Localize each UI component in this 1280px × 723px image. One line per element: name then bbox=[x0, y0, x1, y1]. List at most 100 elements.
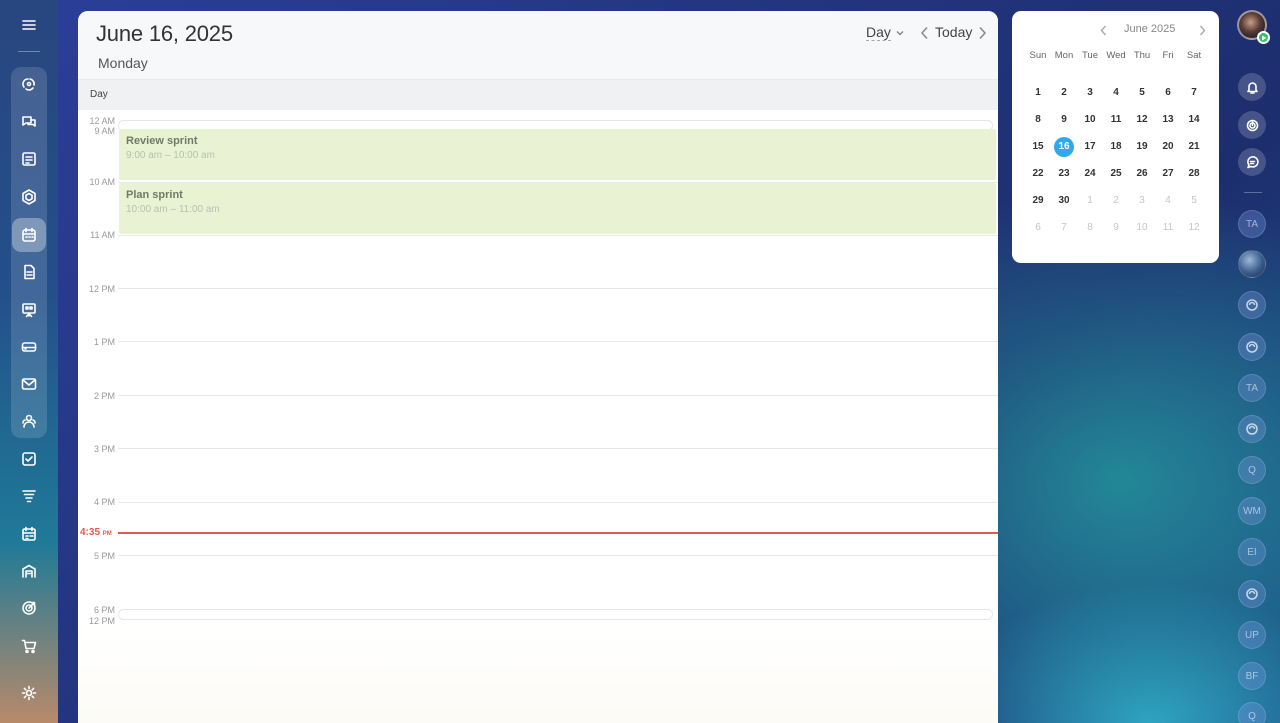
next-day-button[interactable] bbox=[976, 26, 988, 40]
mini-calendar-day[interactable]: 24 bbox=[1077, 160, 1103, 187]
mini-calendar-day[interactable]: 3 bbox=[1129, 187, 1155, 214]
mini-calendar-day[interactable]: 12 bbox=[1181, 214, 1207, 241]
mini-calendar-day[interactable]: 5 bbox=[1129, 79, 1155, 106]
mini-calendar-day[interactable]: 9 bbox=[1051, 106, 1077, 133]
sidebar-item-boards[interactable] bbox=[12, 293, 46, 327]
previous-day-button[interactable] bbox=[918, 26, 930, 40]
mini-calendar-day-selected[interactable]: 16 bbox=[1051, 133, 1077, 160]
weekday-label: Sun bbox=[1029, 50, 1047, 61]
mini-calendar-day[interactable]: 30 bbox=[1051, 187, 1077, 214]
checkbox-icon bbox=[22, 452, 36, 466]
notifications-button[interactable] bbox=[1238, 73, 1266, 101]
previous-month-button[interactable] bbox=[1098, 23, 1108, 37]
event-plan-sprint[interactable]: Plan sprint 10:00 am – 11:00 am bbox=[119, 183, 996, 234]
sidebar-item-drive[interactable] bbox=[12, 330, 46, 364]
avatar-initials: UP bbox=[1245, 629, 1259, 641]
day-grid[interactable]: 12 AM 9 AM 10 AM 11 AM 12 PM 1 PM 2 PM 3… bbox=[78, 110, 998, 723]
chat-avatar[interactable] bbox=[1238, 291, 1266, 319]
mini-calendar-day[interactable]: 10 bbox=[1129, 214, 1155, 241]
mini-calendar-day[interactable]: 6 bbox=[1155, 79, 1181, 106]
day-number: 1 bbox=[1035, 87, 1041, 98]
menu-button[interactable] bbox=[12, 8, 46, 42]
mini-calendar-day[interactable]: 9 bbox=[1103, 214, 1129, 241]
avatar-initials: BF bbox=[1245, 670, 1259, 682]
mini-calendar-day[interactable]: 19 bbox=[1129, 133, 1155, 160]
mini-calendar-day[interactable]: 4 bbox=[1103, 79, 1129, 106]
group-chat-icon bbox=[1246, 341, 1258, 353]
sidebar-item-crm[interactable] bbox=[12, 479, 46, 513]
mini-calendar-day[interactable]: 11 bbox=[1155, 214, 1181, 241]
mini-calendar-day[interactable]: 8 bbox=[1025, 106, 1051, 133]
settings-button[interactable] bbox=[12, 676, 46, 710]
avatar-initials: EI bbox=[1247, 546, 1257, 558]
day-number: 12 bbox=[1136, 114, 1148, 125]
chat-avatar[interactable]: TA bbox=[1238, 374, 1266, 402]
chat-avatar[interactable]: BF bbox=[1238, 662, 1266, 690]
mini-calendar-day[interactable]: 21 bbox=[1181, 133, 1207, 160]
mini-calendar-day[interactable]: 7 bbox=[1051, 214, 1077, 241]
mini-calendar-day[interactable]: 8 bbox=[1077, 214, 1103, 241]
sidebar-item-workgroups[interactable] bbox=[12, 180, 46, 214]
sidebar-item-mail[interactable] bbox=[12, 367, 46, 401]
mini-calendar-day[interactable]: 13 bbox=[1155, 106, 1181, 133]
mini-calendar-day[interactable]: 18 bbox=[1103, 133, 1129, 160]
day-header-bar: Day bbox=[78, 80, 998, 110]
messenger-button[interactable] bbox=[1238, 148, 1266, 176]
chat-avatar[interactable]: EI bbox=[1238, 538, 1266, 566]
sidebar-item-documents[interactable] bbox=[12, 255, 46, 289]
hamburger-icon bbox=[22, 20, 36, 30]
mini-calendar-day[interactable]: 7 bbox=[1181, 79, 1207, 106]
mini-calendar-day[interactable]: 15 bbox=[1025, 133, 1051, 160]
mini-calendar-day[interactable]: 14 bbox=[1181, 106, 1207, 133]
mini-calendar-day[interactable]: 5 bbox=[1181, 187, 1207, 214]
sidebar-item-booking[interactable] bbox=[12, 517, 46, 551]
mini-calendar-day[interactable]: 4 bbox=[1155, 187, 1181, 214]
mini-calendar-day[interactable]: 10 bbox=[1077, 106, 1103, 133]
mini-calendar-day[interactable]: 12 bbox=[1129, 106, 1155, 133]
sidebar-item-inventory[interactable] bbox=[12, 554, 46, 588]
hexagon-icon bbox=[22, 189, 36, 205]
view-mode-select[interactable]: Day bbox=[866, 24, 905, 41]
chat-avatar[interactable] bbox=[1238, 333, 1266, 361]
sidebar-item-feed[interactable] bbox=[12, 67, 46, 101]
sidebar-item-tasks[interactable] bbox=[12, 442, 46, 476]
mini-calendar-day[interactable]: 2 bbox=[1103, 187, 1129, 214]
mini-calendar-day[interactable]: 20 bbox=[1155, 133, 1181, 160]
chat-avatar[interactable]: Q bbox=[1238, 702, 1266, 723]
mini-calendar-day[interactable]: 1 bbox=[1077, 187, 1103, 214]
sidebar-item-employees[interactable] bbox=[12, 404, 46, 438]
chat-avatar[interactable] bbox=[1238, 415, 1266, 443]
mini-calendar-day[interactable]: 2 bbox=[1051, 79, 1077, 106]
mini-calendar-day[interactable]: 11 bbox=[1103, 106, 1129, 133]
event-review-sprint[interactable]: Review sprint 9:00 am – 10:00 am bbox=[119, 129, 996, 180]
mini-calendar-day[interactable]: 22 bbox=[1025, 160, 1051, 187]
day-number: 27 bbox=[1162, 168, 1174, 179]
mini-calendar-day[interactable]: 6 bbox=[1025, 214, 1051, 241]
sidebar-item-goals[interactable] bbox=[12, 591, 46, 625]
copilot-button[interactable] bbox=[1238, 111, 1266, 139]
sidebar-item-news[interactable] bbox=[12, 142, 46, 176]
mini-calendar-day[interactable]: 17 bbox=[1077, 133, 1103, 160]
grid-background bbox=[78, 631, 998, 723]
mini-calendar-day[interactable]: 29 bbox=[1025, 187, 1051, 214]
sidebar-item-calendar[interactable] bbox=[12, 218, 46, 252]
mini-calendar-day[interactable]: 28 bbox=[1181, 160, 1207, 187]
collapsed-hours-bottom[interactable] bbox=[118, 609, 993, 620]
chat-avatar[interactable] bbox=[1238, 250, 1266, 278]
next-month-button[interactable] bbox=[1197, 23, 1207, 37]
today-button[interactable]: Today bbox=[935, 24, 972, 40]
chat-avatar[interactable]: Q bbox=[1238, 456, 1266, 484]
mini-calendar-day[interactable]: 25 bbox=[1103, 160, 1129, 187]
mini-calendar-day[interactable]: 23 bbox=[1051, 160, 1077, 187]
mini-calendar-day[interactable]: 1 bbox=[1025, 79, 1051, 106]
mini-calendar-day[interactable]: 26 bbox=[1129, 160, 1155, 187]
chat-avatar[interactable]: TA bbox=[1238, 210, 1266, 238]
chat-avatar[interactable]: WM bbox=[1238, 497, 1266, 525]
chat-avatar[interactable] bbox=[1238, 580, 1266, 608]
sidebar-item-chat[interactable] bbox=[12, 105, 46, 139]
mini-calendar-day[interactable]: 27 bbox=[1155, 160, 1181, 187]
sidebar-item-shop[interactable] bbox=[12, 629, 46, 663]
mini-calendar-day[interactable]: 3 bbox=[1077, 79, 1103, 106]
hour-line bbox=[118, 395, 998, 396]
chat-avatar[interactable]: UP bbox=[1238, 621, 1266, 649]
